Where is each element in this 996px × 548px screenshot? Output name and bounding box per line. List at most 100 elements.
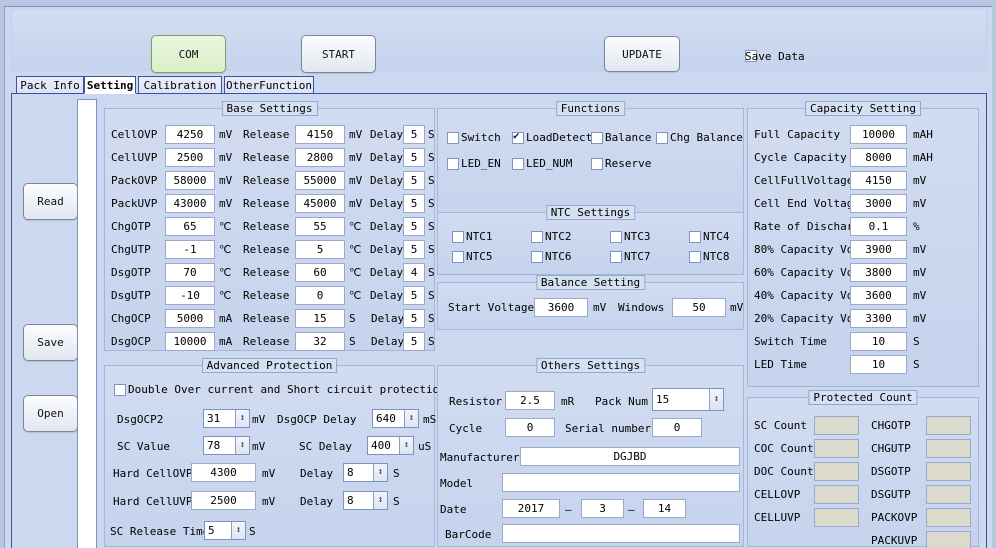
base-row-delay-input[interactable]: 5 (403, 332, 425, 351)
base-row-release-input[interactable]: 32 (295, 332, 345, 351)
barcode-input[interactable] (502, 524, 740, 543)
double-protection-checkbox[interactable]: Double Over current and Short circuit pr… (114, 383, 446, 396)
stepper-arrows-icon[interactable]: ↕ (373, 464, 387, 481)
function-checkbox-balance[interactable]: Balance (591, 131, 651, 144)
open-button[interactable]: Open (23, 395, 78, 432)
ntc-checkbox-ntc2[interactable]: NTC2 (531, 230, 572, 243)
capacity-row-input[interactable]: 3000 (850, 194, 907, 213)
sc-release-time-stepper[interactable]: 5 ↕ (204, 521, 246, 540)
resistor-input[interactable]: 2.5 (505, 391, 555, 410)
model-input[interactable] (502, 473, 740, 492)
windows-input[interactable]: 50 (672, 298, 726, 317)
function-checkbox-led-num[interactable]: LED_NUM (512, 157, 572, 170)
protected-count-label: PACKUVP (871, 534, 917, 547)
function-checkbox-switch[interactable]: Switch (447, 131, 501, 144)
capacity-row-input[interactable]: 0.1 (850, 217, 907, 236)
base-row-value-input[interactable]: 10000 (165, 332, 215, 351)
base-row-delay-input[interactable]: 5 (403, 286, 425, 305)
stepper-arrows-icon[interactable]: ↕ (235, 437, 249, 454)
com-button[interactable]: COM (151, 35, 226, 73)
base-row-value-input[interactable]: -1 (165, 240, 215, 259)
update-button[interactable]: UPDATE (604, 36, 680, 72)
stepper-arrows-icon[interactable]: ↕ (404, 410, 418, 427)
capacity-row-input[interactable]: 3600 (850, 286, 907, 305)
stepper-arrows-icon[interactable]: ↕ (235, 410, 249, 427)
base-row-delay-input[interactable]: 5 (403, 309, 425, 328)
ntc-checkbox-ntc3[interactable]: NTC3 (610, 230, 651, 243)
base-row-release-input[interactable]: 5 (295, 240, 345, 259)
hard-celluvp-input[interactable]: 2500 (191, 491, 256, 510)
base-row-value-input[interactable]: 65 (165, 217, 215, 236)
stepper-arrows-icon[interactable]: ↕ (399, 437, 413, 454)
save-button[interactable]: Save (23, 324, 78, 361)
base-row-release-input[interactable]: 45000 (295, 194, 345, 213)
date-month-input[interactable]: 3 (581, 499, 624, 518)
base-row-value-input[interactable]: 4250 (165, 125, 215, 144)
capacity-row-input[interactable]: 3300 (850, 309, 907, 328)
function-checkbox-led-en[interactable]: LED_EN (447, 157, 501, 170)
tab-otherfunction[interactable]: OtherFunction (224, 76, 314, 94)
base-row-delay-input[interactable]: 5 (403, 217, 425, 236)
capacity-row-unit: mAH (913, 151, 933, 164)
base-row-delay-input[interactable]: 5 (403, 171, 425, 190)
dsgocp2-stepper[interactable]: 31 ↕ (203, 409, 250, 428)
base-row-release-input[interactable]: 55 (295, 217, 345, 236)
tab-calibration[interactable]: Calibration (138, 76, 222, 94)
date-year-input[interactable]: 2017 (502, 499, 560, 518)
base-row-release-input[interactable]: 0 (295, 286, 345, 305)
base-row-value-input[interactable]: 5000 (165, 309, 215, 328)
hard-cellovp-delay-stepper[interactable]: 8 ↕ (343, 463, 388, 482)
ntc-checkbox-ntc5[interactable]: NTC5 (452, 250, 493, 263)
base-row-delay-input[interactable]: 4 (403, 263, 425, 282)
scroll-panel[interactable] (77, 99, 97, 548)
hard-cellovp-input[interactable]: 4300 (191, 463, 256, 482)
stepper-arrows-icon[interactable]: ↕ (231, 522, 245, 539)
ntc-checkbox-ntc8[interactable]: NTC8 (689, 250, 730, 263)
capacity-row-input[interactable]: 3800 (850, 263, 907, 282)
tab-setting[interactable]: Setting (84, 76, 136, 94)
sc-delay-stepper[interactable]: 400 ↕ (367, 436, 414, 455)
base-row-value-input[interactable]: 70 (165, 263, 215, 282)
dsgocp-delay-stepper[interactable]: 640 ↕ (372, 409, 419, 428)
base-row-delay-input[interactable]: 5 (403, 240, 425, 259)
stepper-arrows-icon[interactable]: ↕ (373, 492, 387, 509)
function-checkbox-reserve[interactable]: Reserve (591, 157, 651, 170)
function-checkbox-loaddetect[interactable]: LoadDetect (512, 131, 592, 144)
manufacturer-input[interactable]: DGJBD (520, 447, 740, 466)
capacity-row-input[interactable]: 8000 (850, 148, 907, 167)
capacity-row-input[interactable]: 10000 (850, 125, 907, 144)
read-button[interactable]: Read (23, 183, 78, 220)
ntc-checkbox-ntc6[interactable]: NTC6 (531, 250, 572, 263)
pack-num-stepper[interactable]: 15 ↕ (652, 388, 724, 411)
date-day-input[interactable]: 14 (643, 499, 686, 518)
ntc-checkbox-ntc1[interactable]: NTC1 (452, 230, 493, 243)
save-data-checkbox[interactable]: Save Data (745, 50, 757, 62)
base-row-value-input[interactable]: 2500 (165, 148, 215, 167)
capacity-row-input[interactable]: 10 (850, 355, 907, 374)
ntc-checkbox-ntc4[interactable]: NTC4 (689, 230, 730, 243)
base-row-release-input[interactable]: 15 (295, 309, 345, 328)
sc-value-stepper[interactable]: 78 ↕ (203, 436, 250, 455)
tab-pack-info[interactable]: Pack Info (16, 76, 84, 94)
base-row-release-input[interactable]: 55000 (295, 171, 345, 190)
base-row-value-input[interactable]: 58000 (165, 171, 215, 190)
base-row-value-input[interactable]: 43000 (165, 194, 215, 213)
base-row-delay-input[interactable]: 5 (403, 148, 425, 167)
base-row-delay-input[interactable]: 5 (403, 194, 425, 213)
function-checkbox-chg-balance[interactable]: Chg Balance (656, 131, 743, 144)
cycle-input[interactable]: 0 (505, 418, 555, 437)
hard-celluvp-delay-stepper[interactable]: 8 ↕ (343, 491, 388, 510)
start-button[interactable]: START (301, 35, 376, 73)
capacity-row-input[interactable]: 10 (850, 332, 907, 351)
base-row-release-input[interactable]: 2800 (295, 148, 345, 167)
stepper-arrows-icon[interactable]: ↕ (709, 389, 723, 410)
capacity-row-input[interactable]: 4150 (850, 171, 907, 190)
start-voltage-input[interactable]: 3600 (534, 298, 588, 317)
capacity-row-input[interactable]: 3900 (850, 240, 907, 259)
serial-number-input[interactable]: 0 (652, 418, 702, 437)
base-row-value-input[interactable]: -10 (165, 286, 215, 305)
base-row-release-input[interactable]: 60 (295, 263, 345, 282)
base-row-release-input[interactable]: 4150 (295, 125, 345, 144)
ntc-checkbox-ntc7[interactable]: NTC7 (610, 250, 651, 263)
base-row-delay-input[interactable]: 5 (403, 125, 425, 144)
